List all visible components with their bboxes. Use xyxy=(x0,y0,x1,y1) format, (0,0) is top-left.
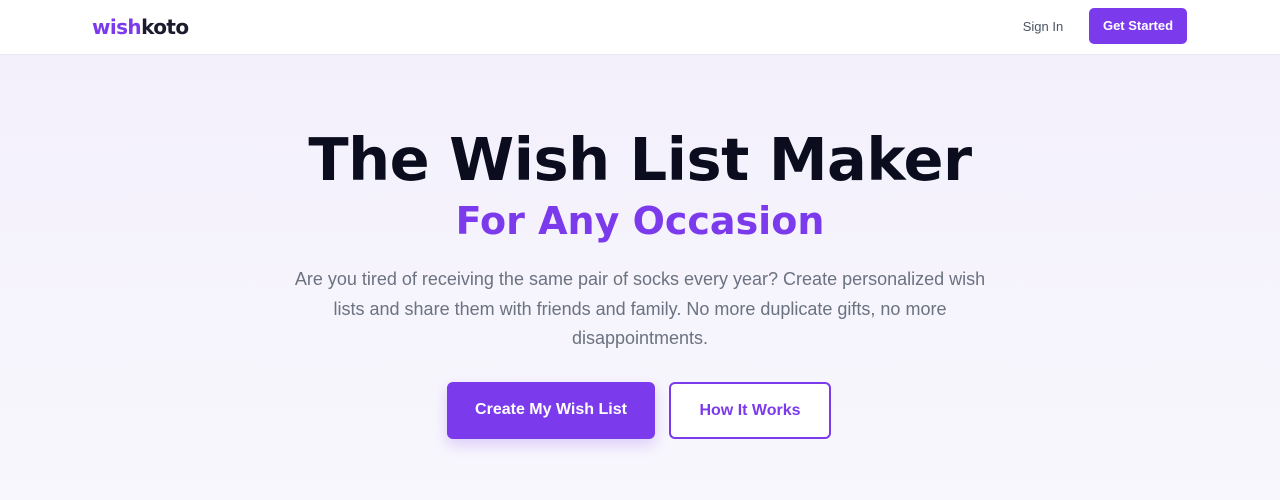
wishkoto-logo[interactable]: wishkoto xyxy=(92,15,189,39)
logo-koto-text: koto xyxy=(141,15,189,39)
hero-title: The Wish List Maker xyxy=(308,125,972,194)
sign-in-link[interactable]: Sign In xyxy=(1012,17,1074,37)
hero-subtitle: For Any Occasion xyxy=(455,199,825,243)
top-navbar: wishkoto Sign In Get Started xyxy=(0,0,1280,55)
get-started-button[interactable]: Get Started xyxy=(1089,8,1187,44)
hero-section: The Wish List Maker For Any Occasion Are… xyxy=(0,55,1280,500)
hero-description: Are you tired of receiving the same pair… xyxy=(294,269,986,348)
how-it-works-button[interactable]: How It Works xyxy=(669,382,831,439)
logo-wish-text: wish xyxy=(92,15,142,39)
create-wish-list-button[interactable]: Create My Wish List xyxy=(447,382,655,439)
